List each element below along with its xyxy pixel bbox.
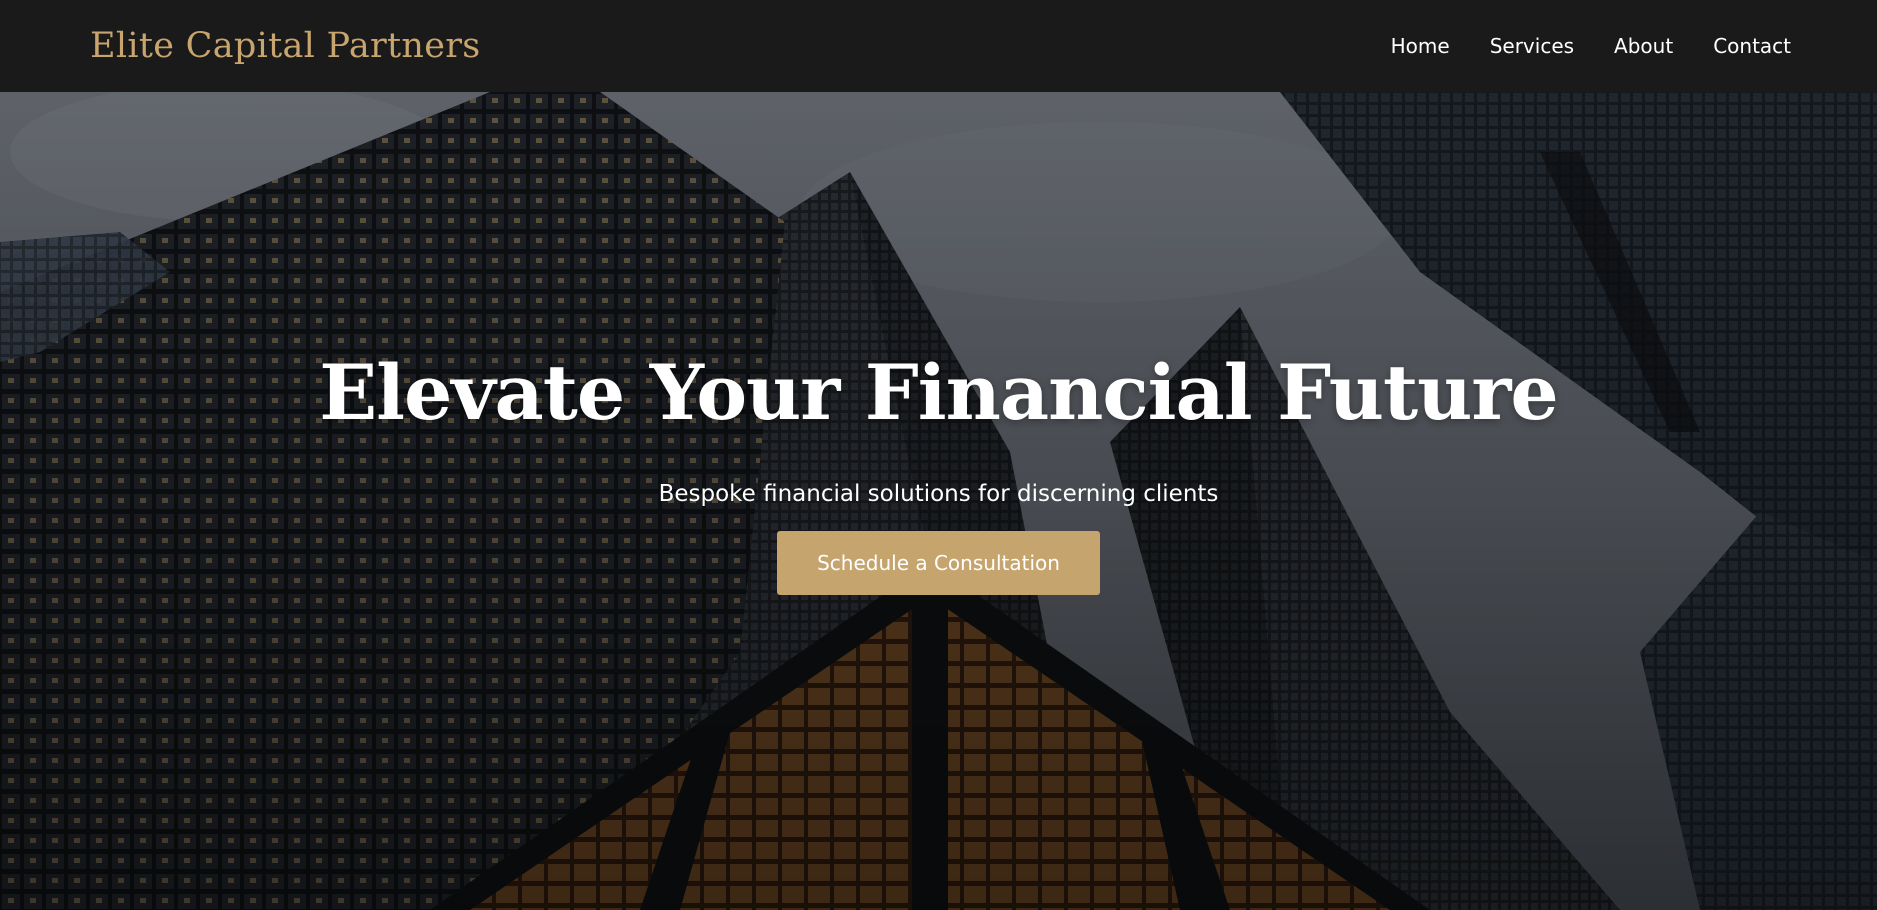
nav-link-contact[interactable]: Contact xyxy=(1713,34,1791,58)
top-navbar: Elite Capital Partners Home Services Abo… xyxy=(0,0,1877,92)
schedule-consultation-button[interactable]: Schedule a Consultation xyxy=(777,531,1100,595)
hero-title: Elevate Your Financial Future xyxy=(319,348,1559,437)
nav-link-services[interactable]: Services xyxy=(1490,34,1574,58)
hero-content: Elevate Your Financial Future Bespoke fi… xyxy=(0,92,1877,910)
nav-link-home[interactable]: Home xyxy=(1391,34,1450,58)
nav-link-about[interactable]: About xyxy=(1614,34,1673,58)
brand-logo-text[interactable]: Elite Capital Partners xyxy=(90,26,481,66)
hero-section: Elevate Your Financial Future Bespoke fi… xyxy=(0,92,1877,910)
main-nav: Home Services About Contact xyxy=(1391,34,1791,58)
hero-subtitle: Bespoke financial solutions for discerni… xyxy=(658,481,1219,507)
